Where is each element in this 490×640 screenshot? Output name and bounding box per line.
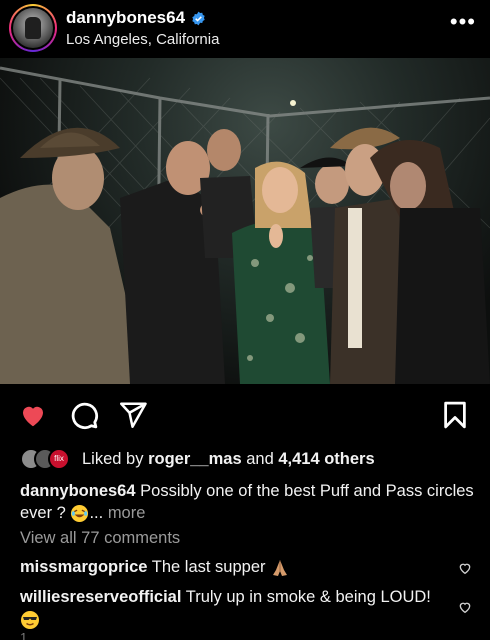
liker-avatars[interactable]: flix — [20, 448, 76, 470]
truncated-next-line: 1 ... . — [20, 630, 49, 640]
comment-like-heart-icon[interactable] — [457, 560, 473, 576]
folded-hands-emoji-icon — [273, 559, 288, 576]
verified-badge-icon — [192, 11, 205, 25]
post-username[interactable]: dannybones64 — [66, 8, 185, 28]
bookmark-icon[interactable] — [440, 400, 470, 430]
liker-avatar-flix: flix — [48, 448, 70, 470]
comment-username[interactable]: williesreserveofficial — [20, 588, 181, 606]
likes-user[interactable]: roger__mas — [148, 450, 242, 468]
likes-count[interactable]: 4,414 others — [278, 450, 374, 468]
liker-badge-text: flix — [54, 454, 64, 463]
post-username-row[interactable]: dannybones64 — [66, 8, 206, 28]
comment-text: The last supper — [151, 558, 266, 576]
caption-username[interactable]: dannybones64 — [20, 482, 136, 500]
comment-like-heart-icon[interactable] — [457, 599, 473, 615]
profile-avatar[interactable] — [9, 4, 57, 52]
laughing-emoji-icon — [71, 505, 89, 523]
comment-bubble-icon[interactable] — [69, 400, 99, 430]
heart-filled-icon[interactable] — [18, 400, 48, 430]
post-photo[interactable] — [0, 58, 490, 384]
send-paper-plane-icon[interactable] — [118, 400, 148, 430]
comment-item: missmargoprice The last supper — [20, 556, 440, 578]
likes-row[interactable]: flix Liked by roger__mas and 4,414 other… — [20, 447, 375, 471]
post-header: dannybones64 Los Angeles, California ••• — [0, 0, 490, 58]
caption-more-link[interactable]: more — [108, 504, 146, 522]
comment-text: Truly up in smoke & being LOUD! — [185, 588, 431, 606]
comment-item: williesreserveofficial Truly up in smoke… — [20, 586, 440, 630]
comment-username[interactable]: missmargoprice — [20, 558, 147, 576]
caption-ellipsis: ... — [89, 504, 104, 522]
more-horizontal-icon[interactable]: ••• — [450, 11, 476, 33]
likes-and: and — [246, 449, 274, 468]
sunglasses-emoji-icon — [21, 610, 39, 629]
likes-prefix: Liked by — [82, 449, 144, 468]
post-location[interactable]: Los Angeles, California — [66, 31, 219, 48]
action-bar — [0, 396, 490, 432]
view-all-comments[interactable]: View all 77 comments — [20, 529, 180, 548]
likes-text[interactable]: Liked by roger__mas and 4,414 others — [82, 450, 375, 469]
post-caption: dannybones64 Possibly one of the best Pu… — [20, 480, 475, 524]
